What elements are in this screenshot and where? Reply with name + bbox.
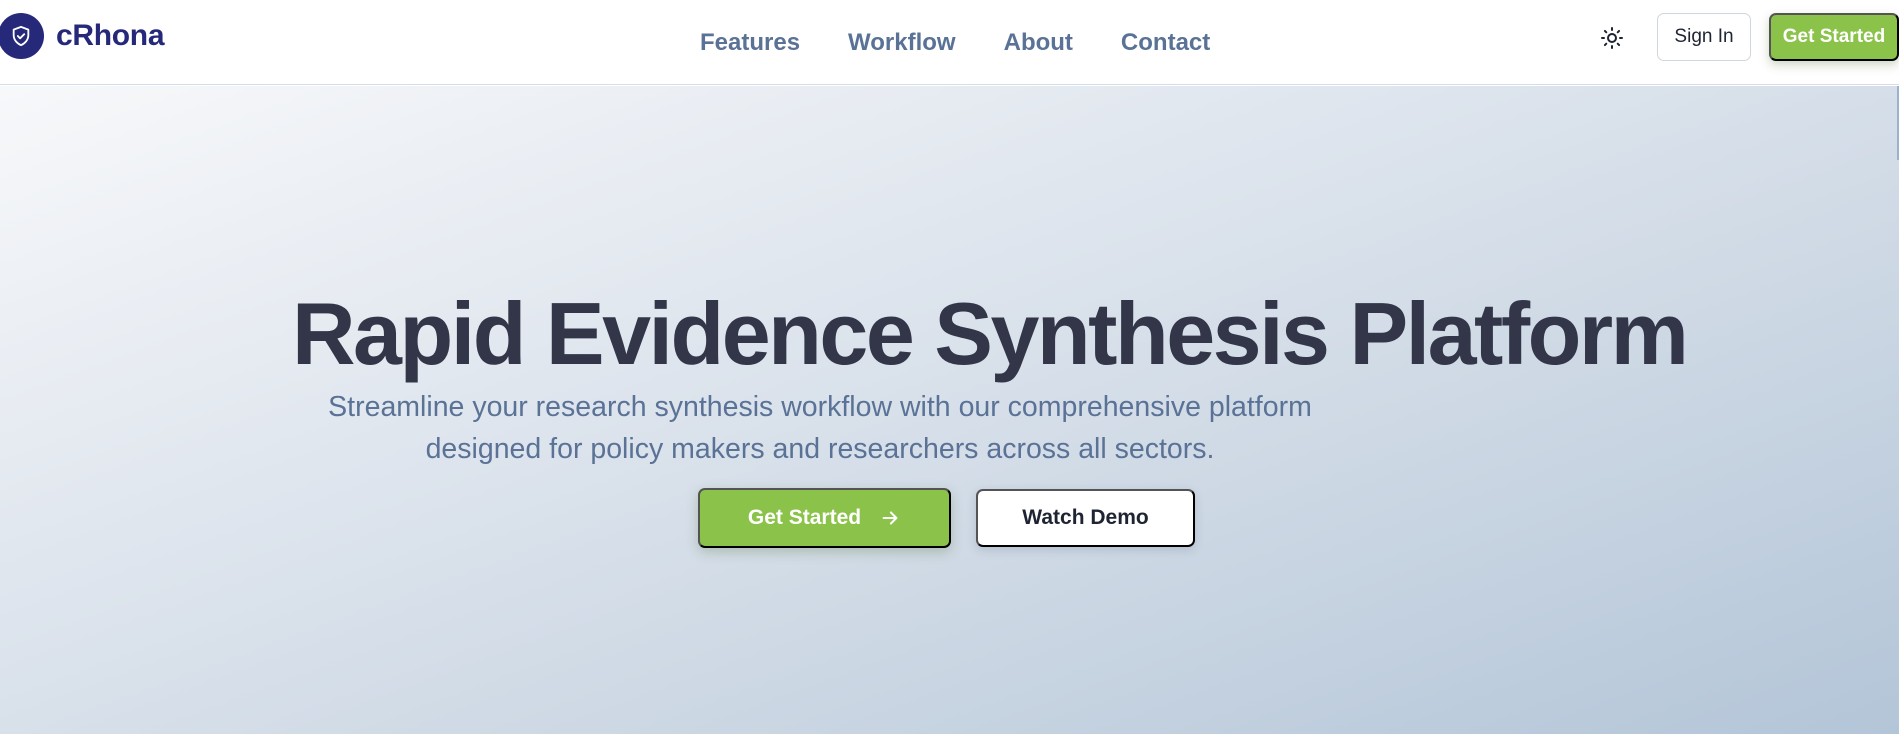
sun-icon [1601, 27, 1623, 49]
brand-name: cRhona [56, 19, 165, 52]
hero-title: Rapid Evidence Synthesis Platform [292, 284, 1689, 383]
sign-in-button[interactable]: Sign In [1657, 13, 1751, 61]
brand-logo[interactable]: cRhona [0, 13, 165, 59]
hero-get-started-button[interactable]: Get Started [698, 488, 951, 548]
hero-subtitle-line-1: Streamline your research synthesis workf… [328, 391, 1312, 423]
header-get-started-button[interactable]: Get Started [1769, 13, 1899, 61]
hero-section: Rapid Evidence Synthesis Platform Stream… [0, 86, 1899, 734]
shield-icon [0, 13, 44, 59]
nav-link-features[interactable]: Features [700, 29, 800, 57]
nav-link-about[interactable]: About [1004, 29, 1073, 57]
main-nav: Features Workflow About Contact [700, 0, 1258, 85]
nav-link-workflow[interactable]: Workflow [848, 29, 956, 57]
hero-get-started-label: Get Started [747, 506, 862, 529]
nav-link-contact[interactable]: Contact [1121, 29, 1210, 57]
hero-subtitle: Streamline your research synthesis workf… [300, 386, 1340, 470]
theme-toggle-button[interactable] [1598, 24, 1626, 52]
watch-demo-button[interactable]: Watch Demo [976, 489, 1195, 547]
arrow-right-icon [882, 511, 898, 525]
top-navbar: cRhona Features Workflow About Contact S… [0, 0, 1899, 85]
hero-subtitle-line-2: designed for policy makers and researche… [425, 433, 1215, 465]
